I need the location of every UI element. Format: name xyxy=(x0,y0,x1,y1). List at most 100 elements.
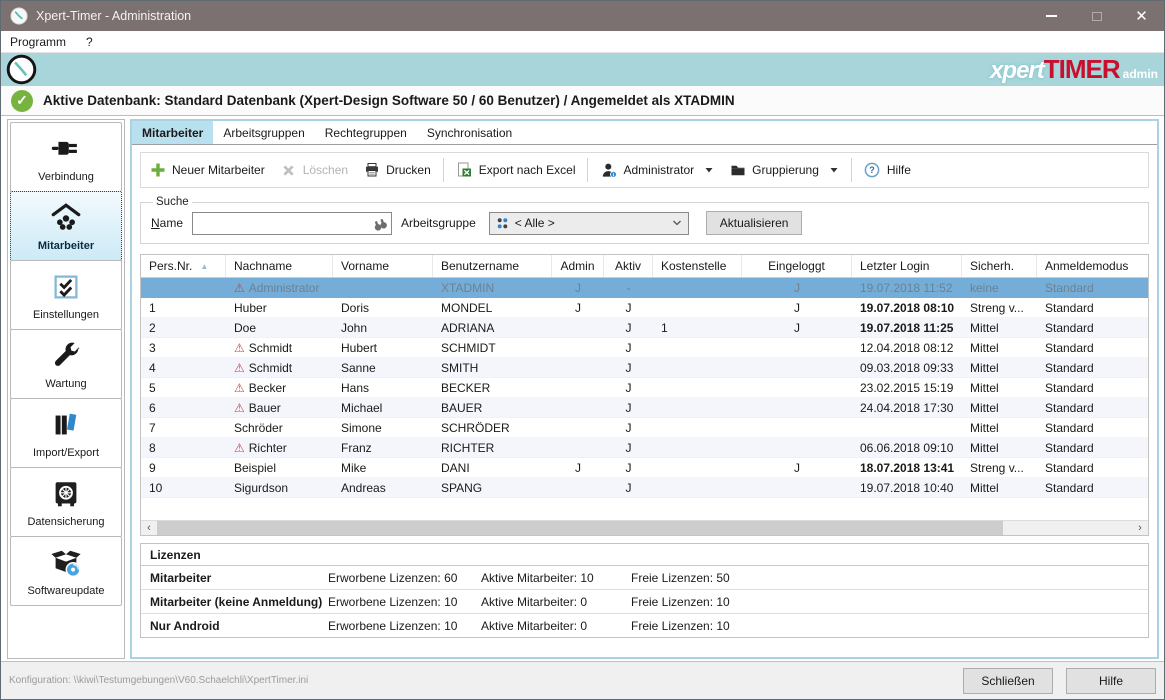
search-input[interactable] xyxy=(192,212,392,235)
sidebar-item-verbindung[interactable]: Verbindung xyxy=(10,122,122,192)
toolbar-button-label: Neuer Mitarbeiter xyxy=(172,163,265,177)
tab-arbeitsgruppen[interactable]: Arbeitsgruppen xyxy=(213,121,314,144)
safe-icon xyxy=(47,476,85,512)
cell-text: Beispiel xyxy=(234,461,276,475)
license-active: Aktive Mitarbeiter: 10 xyxy=(481,571,631,585)
cell-nachname: ⚠Richter xyxy=(226,438,333,457)
sidebar-item-mitarbeiter[interactable]: Mitarbeiter xyxy=(10,191,122,261)
sidebar-item-label: Verbindung xyxy=(38,171,94,183)
column-header-admin[interactable]: Admin xyxy=(552,255,604,277)
column-header-vorname[interactable]: Vorname xyxy=(333,255,433,277)
cell-kostenstelle xyxy=(653,358,742,377)
neuer-mitarbeiter-button[interactable]: Neuer Mitarbeiter xyxy=(149,162,265,179)
column-header-label: Admin xyxy=(560,259,594,273)
column-header-modus[interactable]: Anmeldemodus xyxy=(1037,255,1148,277)
cell-kostenstelle xyxy=(653,278,742,297)
warning-icon: ⚠ xyxy=(234,282,245,294)
column-header-label: Aktiv xyxy=(615,259,641,273)
table-row[interactable]: 8⚠RichterFranzRICHTERJ06.06.2018 09:10Mi… xyxy=(141,438,1148,458)
horizontal-scrollbar[interactable]: ‹ › xyxy=(141,520,1148,535)
cell-nachname: ⚠Becker xyxy=(226,378,333,397)
brand-timer-text: TIMER xyxy=(1044,54,1120,85)
cell-aktiv: J xyxy=(604,478,653,497)
license-name: Mitarbeiter (keine Anmeldung) xyxy=(150,595,328,609)
minimize-button[interactable] xyxy=(1029,1,1074,31)
menubar: Programm? xyxy=(1,31,1164,53)
column-header-kostenstelle[interactable]: Kostenstelle xyxy=(653,255,742,277)
cell-vorname: Doris xyxy=(333,298,433,317)
brand-logo: xpert TIMER admin xyxy=(990,54,1158,85)
workgroup-icon xyxy=(495,216,510,231)
scroll-left-arrow-icon[interactable]: ‹ xyxy=(141,521,157,535)
active-database-text: Aktive Datenbank: Standard Datenbank (Xp… xyxy=(43,93,735,108)
cell-pers: 8 xyxy=(141,438,226,457)
sidebar-item-wartung[interactable]: Wartung xyxy=(10,329,122,399)
cell-kostenstelle xyxy=(653,458,742,477)
titlebar: Xpert-Timer - Administration ✕ xyxy=(1,1,1164,31)
toolbar-separator xyxy=(443,158,444,182)
refresh-button[interactable]: Aktualisieren xyxy=(706,211,803,235)
column-header-label: Eingeloggt xyxy=(768,259,825,273)
table-row[interactable]: 5⚠BeckerHansBECKERJ23.02.2015 15:19Mitte… xyxy=(141,378,1148,398)
workgroup-select[interactable]: < Alle > xyxy=(489,212,689,235)
menu-item-programm[interactable]: Programm xyxy=(10,35,66,49)
cell-aktiv: J xyxy=(604,298,653,317)
cell-benutzername: DANI xyxy=(433,458,552,477)
table-row[interactable]: 2DoeJohnADRIANAJ1J19.07.2018 11:25Mittel… xyxy=(141,318,1148,338)
excel-icon xyxy=(456,162,473,179)
column-header-login[interactable]: Letzter Login xyxy=(852,255,962,277)
column-header-benutzername[interactable]: Benutzername xyxy=(433,255,552,277)
administrator-button[interactable]: Administrator xyxy=(600,162,714,179)
column-header-eingeloggt[interactable]: Eingeloggt xyxy=(742,255,852,277)
maximize-button[interactable] xyxy=(1074,1,1119,31)
tab-mitarbeiter[interactable]: Mitarbeiter xyxy=(132,121,213,144)
menu-item-[interactable]: ? xyxy=(86,35,93,49)
cell-text: Huber xyxy=(234,301,267,315)
sidebar-item-datensicherung[interactable]: Datensicherung xyxy=(10,467,122,537)
column-header-nachname[interactable]: Nachname xyxy=(226,255,333,277)
cell-text: Becker xyxy=(249,381,286,395)
column-header-aktiv[interactable]: Aktiv xyxy=(604,255,653,277)
table-row[interactable]: 3⚠SchmidtHubertSCHMIDTJ12.04.2018 08:12M… xyxy=(141,338,1148,358)
dropdown-caret-icon[interactable] xyxy=(829,165,839,175)
sidebar-item-einstellungen[interactable]: Einstellungen xyxy=(10,260,122,330)
help-button[interactable]: Hilfe xyxy=(1066,668,1156,694)
löschen-button[interactable]: Löschen xyxy=(280,162,348,179)
drucken-button[interactable]: Drucken xyxy=(363,162,431,179)
table-row[interactable]: 6⚠BauerMichaelBAUERJ24.04.2018 17:30Mitt… xyxy=(141,398,1148,418)
toolbar-button-label: Administrator xyxy=(623,163,694,177)
toolbar: Neuer Mitarbeiter Löschen Drucken Export na… xyxy=(140,152,1149,188)
export-nach-excel-button[interactable]: Export nach Excel xyxy=(456,162,576,179)
scrollbar-thumb[interactable] xyxy=(157,521,1003,535)
cell-sicherheit: Mittel xyxy=(962,418,1037,437)
table-row[interactable]: 7SchröderSimoneSCHRÖDERJMittelStandard xyxy=(141,418,1148,438)
cell-benutzername: BECKER xyxy=(433,378,552,397)
column-header-sicherheit[interactable]: Sicherh. xyxy=(962,255,1037,277)
table-row[interactable]: 10SigurdsonAndreasSPANGJ19.07.2018 10:40… xyxy=(141,478,1148,498)
scroll-right-arrow-icon[interactable]: › xyxy=(1132,521,1148,535)
cell-aktiv: J xyxy=(604,358,653,377)
cell-pers: 2 xyxy=(141,318,226,337)
tab-bar: MitarbeiterArbeitsgruppenRechtegruppenSy… xyxy=(132,121,1157,145)
license-row: MitarbeiterErworbene Lizenzen: 60Aktive … xyxy=(141,566,1148,590)
close-icon[interactable]: ✕ xyxy=(1119,1,1164,31)
close-button[interactable]: Schließen xyxy=(963,668,1053,694)
gruppierung-button[interactable]: Gruppierung xyxy=(729,162,839,179)
sidebar-item-import-export[interactable]: Import/Export xyxy=(10,398,122,468)
column-header-label: Vorname xyxy=(341,259,389,273)
tab-rechtegruppen[interactable]: Rechtegruppen xyxy=(315,121,417,144)
table-row[interactable]: ⚠AdministratorXTADMINJ-J19.07.2018 11:52… xyxy=(141,278,1148,298)
sidebar-item-softwareupdate[interactable]: Softwareupdate xyxy=(10,536,122,606)
window-controls: ✕ xyxy=(1029,1,1164,31)
cell-pers: 4 xyxy=(141,358,226,377)
table-row[interactable]: 9BeispielMikeDANIJJJ18.07.2018 13:41Stre… xyxy=(141,458,1148,478)
table-row[interactable]: 1HuberDorisMONDELJJJ19.07.2018 08:10Stre… xyxy=(141,298,1148,318)
cell-vorname: Simone xyxy=(333,418,433,437)
table-row[interactable]: 4⚠SchmidtSanneSMITHJ09.03.2018 09:33Mitt… xyxy=(141,358,1148,378)
cell-eingeloggt: J xyxy=(742,278,852,297)
sort-ascending-icon: ▲ xyxy=(200,262,208,271)
dropdown-caret-icon[interactable] xyxy=(704,165,714,175)
hilfe-button[interactable]: ?Hilfe xyxy=(864,162,911,179)
tab-synchronisation[interactable]: Synchronisation xyxy=(417,121,522,144)
column-header-pers[interactable]: Pers.Nr.▲ xyxy=(141,255,226,277)
